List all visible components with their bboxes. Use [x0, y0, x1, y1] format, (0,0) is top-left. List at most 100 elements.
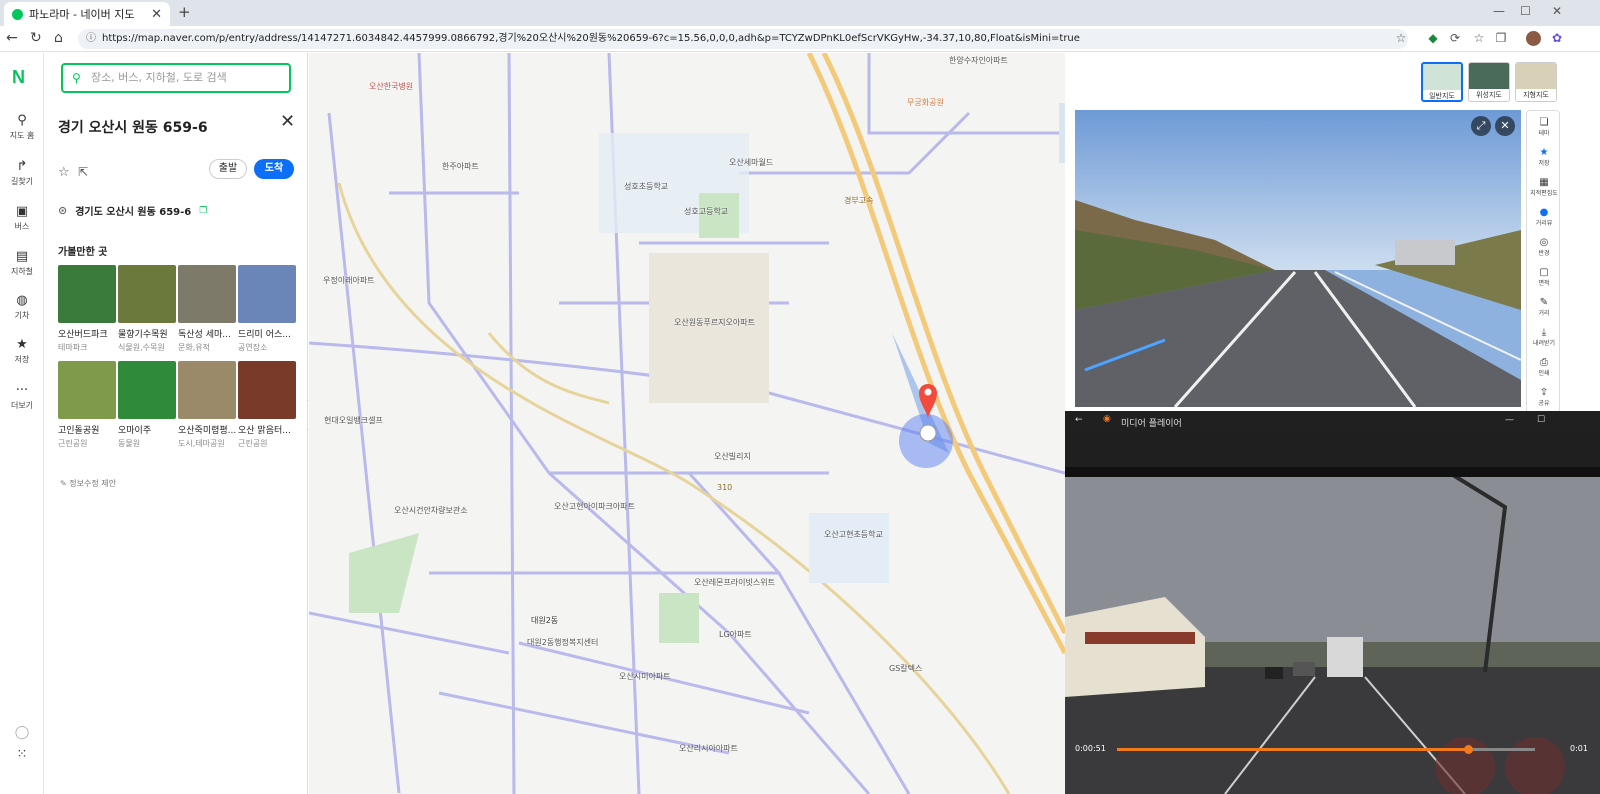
- map-canvas[interactable]: 오산한국병원무궁화공원 한양수자인아파트오산세마월드성호초등학교성호고등학교 한주아…: [309, 53, 1065, 794]
- map-label[interactable]: 오산고현아이파크아파트: [554, 501, 635, 512]
- tool-grid[interactable]: ▦ 지적편집도: [1527, 177, 1561, 197]
- map-type-option[interactable]: 위성지도: [1468, 62, 1510, 102]
- save-star-icon[interactable]: ☆: [58, 165, 70, 180]
- map-type-option[interactable]: 지형지도: [1515, 62, 1557, 102]
- new-tab-icon[interactable]: +: [178, 3, 191, 21]
- map-label[interactable]: 오산리시아아파트: [679, 743, 738, 754]
- back-icon[interactable]: ←: [6, 30, 18, 46]
- place-category: 근린공원: [58, 439, 88, 448]
- tool-ruler[interactable]: ✎ 거리: [1527, 297, 1561, 317]
- rail-item-directions[interactable]: ↱ 길찾기: [0, 159, 44, 187]
- browser-tab[interactable]: 파노라마 - 네이버 지도 ✕: [4, 2, 170, 26]
- map-label[interactable]: 경부고속: [844, 195, 873, 206]
- map-label[interactable]: 오산시건안차량보관소: [394, 505, 468, 516]
- profile-avatar[interactable]: [1526, 31, 1541, 46]
- rail-item-bus[interactable]: ▣ 버스: [0, 204, 44, 232]
- map-label[interactable]: 오산한국병원: [369, 81, 413, 92]
- window-close-icon[interactable]: ✕: [1552, 4, 1562, 18]
- map-label[interactable]: 한주아파트: [442, 161, 479, 172]
- nearby-place-card[interactable]: 고인돌공원 근린공원: [58, 361, 116, 449]
- map-label[interactable]: 한양수자인아파트: [949, 55, 1008, 66]
- collections-icon[interactable]: ❐: [1494, 31, 1508, 45]
- subway-icon: ▤: [15, 249, 29, 264]
- reload-icon[interactable]: ↻: [30, 30, 42, 46]
- copy-icon[interactable]: ❐: [199, 206, 207, 216]
- minimize-icon[interactable]: —: [1493, 4, 1505, 18]
- map-label[interactable]: 오산시미아파트: [619, 671, 671, 682]
- tool-print[interactable]: ⎙ 인쇄: [1527, 357, 1561, 377]
- map-label[interactable]: 무궁화공원: [907, 97, 944, 108]
- streetview-close-icon[interactable]: ✕: [1495, 116, 1515, 136]
- sync-icon[interactable]: ⟳: [1448, 31, 1462, 45]
- map-label[interactable]: 오산빌리지: [714, 451, 751, 462]
- map-label[interactable]: 오산세마월드: [729, 157, 773, 168]
- place-name: 오마이주: [118, 426, 152, 436]
- nearby-place-card[interactable]: 오산버드파크 테마파크: [58, 265, 116, 353]
- map-label[interactable]: 성호고등학교: [684, 206, 728, 217]
- search-input[interactable]: ⚲ 장소, 버스, 지하철, 도로 검색: [61, 63, 291, 93]
- url-text: https://map.naver.com/p/entry/address/14…: [102, 33, 1080, 44]
- maximize-icon[interactable]: ☐: [1537, 415, 1545, 425]
- url-field[interactable]: ⓘ https://map.naver.com/p/entry/address/…: [78, 29, 1408, 49]
- tab-close-icon[interactable]: ✕: [151, 7, 162, 22]
- map-label[interactable]: 오산원동푸르지오아파트: [674, 317, 755, 328]
- nearby-place-card[interactable]: 오산죽미령평... 도시,테마공원: [178, 361, 236, 449]
- map-label[interactable]: LG아파트: [719, 629, 752, 640]
- place-photo: [178, 361, 236, 419]
- feedback-link[interactable]: ✎ 정보수정 제안: [60, 478, 116, 489]
- maximize-icon[interactable]: ☐: [1520, 4, 1531, 18]
- rail-item-saved[interactable]: ★ 저장: [0, 337, 44, 365]
- fullscreen-icon[interactable]: ⤢: [1471, 116, 1491, 136]
- favorites-icon[interactable]: ☆: [1472, 31, 1486, 45]
- rail-item-subway[interactable]: ▤ 지하철: [0, 249, 44, 277]
- tool-radius[interactable]: ◎ 반경: [1527, 237, 1561, 257]
- feedback-label: 정보수정 제안: [69, 479, 116, 488]
- tool-area[interactable]: ▢ 면적: [1527, 267, 1561, 287]
- nearby-place-card[interactable]: 물향기수목원 식물원,수목원: [118, 265, 176, 353]
- streetview-person-icon[interactable]: [919, 424, 937, 442]
- map-label[interactable]: GS칼텍스: [889, 663, 922, 674]
- map-label[interactable]: 우정이래아파트: [323, 275, 375, 286]
- rail-item-train[interactable]: ◍ 기차: [0, 293, 44, 321]
- tool-layers[interactable]: ❏ 테마: [1527, 117, 1561, 137]
- naver-logo[interactable]: N: [12, 67, 25, 88]
- nearby-place-card[interactable]: 오산 맑음터... 근린공원: [238, 361, 296, 449]
- nearby-place-card[interactable]: 오마이주 동물원: [118, 361, 176, 449]
- close-icon[interactable]: ✕: [280, 111, 295, 132]
- tool-star[interactable]: ★ 저장: [1527, 147, 1561, 167]
- user-icon[interactable]: ◯: [0, 725, 44, 742]
- map-label[interactable]: 310: [717, 483, 732, 492]
- print-icon: ⎙: [1540, 357, 1548, 368]
- tool-streetview[interactable]: ● 거리뷰: [1527, 207, 1561, 227]
- apps-grid-icon[interactable]: ⁙: [0, 747, 44, 764]
- site-info-icon[interactable]: ⓘ: [86, 29, 96, 49]
- streetview-panorama[interactable]: ⤢ ✕: [1075, 110, 1521, 407]
- tool-download[interactable]: ⤓ 내려받기: [1527, 327, 1561, 347]
- nearby-place-card[interactable]: 독산성 세마... 문화,유적: [178, 265, 236, 353]
- minimize-icon[interactable]: —: [1505, 415, 1514, 425]
- nearby-place-card[interactable]: 드리미 어스... 공연장소: [238, 265, 296, 353]
- copilot-icon[interactable]: ✿: [1550, 31, 1564, 45]
- map-label[interactable]: 성호초등학교: [624, 181, 668, 192]
- video-frame: [1065, 467, 1600, 794]
- share-icon[interactable]: ⇱: [78, 165, 88, 179]
- rail-item-more[interactable]: ··· 더보기: [0, 383, 44, 411]
- arrive-button[interactable]: 도착: [254, 159, 294, 179]
- map-label[interactable]: 대원2동: [531, 615, 558, 626]
- extension-shield-icon[interactable]: ◆: [1426, 31, 1440, 45]
- rail-item-map-home[interactable]: ⚲ 지도 홈: [0, 113, 44, 141]
- dashcam-video[interactable]: 0:00:51 0:01: [1065, 467, 1600, 794]
- map-type-thumbnail: [1469, 63, 1509, 89]
- home-icon[interactable]: ⌂: [54, 30, 63, 46]
- back-icon[interactable]: ←: [1075, 415, 1083, 425]
- depart-button[interactable]: 출발: [209, 159, 247, 179]
- tool-share[interactable]: ⇪ 공유: [1527, 387, 1561, 407]
- nearby-heading: 가볼만한 곳: [58, 247, 108, 258]
- seek-bar[interactable]: [1117, 745, 1535, 754]
- map-label[interactable]: 오산레몬프라이빗스위트: [694, 577, 775, 588]
- map-label[interactable]: 대원2동행정복지센터: [527, 637, 598, 648]
- map-type-option[interactable]: 일반지도: [1421, 62, 1463, 102]
- map-label[interactable]: 현대오일뱅크셀프: [324, 415, 383, 426]
- map-label[interactable]: 오산고현초등학교: [824, 529, 883, 540]
- bookmark-star-icon[interactable]: ☆: [1394, 31, 1408, 45]
